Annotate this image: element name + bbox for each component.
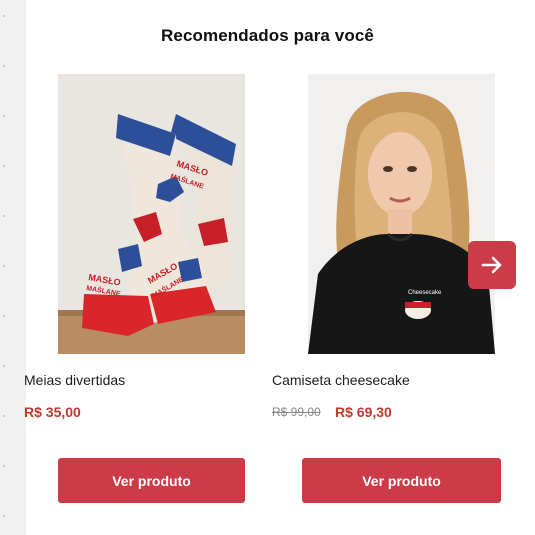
product-image-socks[interactable]: MASŁO MAŚLANE MASŁO MAŚLANE MASŁO MAŚLAN… [58,74,245,354]
product-name[interactable]: Meias divertidas [24,372,125,388]
strip-dot [3,415,5,417]
product-price: R$ 69,30 [335,404,392,420]
product-old-price: R$ 99,00 [272,405,321,419]
socks-photo: MASŁO MAŚLANE MASŁO MAŚLANE MASŁO MAŚLAN… [58,74,245,354]
carousel-next-button[interactable] [468,241,516,289]
product-name[interactable]: Camiseta cheesecake [272,372,410,388]
shirt-text: Cheesecake [408,290,442,296]
tshirt-photo: Cheesecake [308,74,495,354]
strip-dot [3,215,5,217]
strip-dot [3,65,5,67]
strip-dot [3,365,5,367]
strip-dot [3,265,5,267]
product-image-tshirt[interactable]: Cheesecake [308,74,495,354]
section-title: Recomendados para você [161,26,374,45]
strip-dot [3,315,5,317]
strip-dot [3,15,5,17]
strip-dot [3,115,5,117]
strip-dot [3,515,5,517]
strip-dot [3,165,5,167]
view-product-button[interactable]: Ver produto [302,458,501,503]
view-product-button[interactable]: Ver produto [58,458,245,503]
left-strip [0,0,26,535]
strip-dot [3,465,5,467]
arrow-right-icon [481,256,502,274]
product-price: R$ 35,00 [24,404,81,420]
